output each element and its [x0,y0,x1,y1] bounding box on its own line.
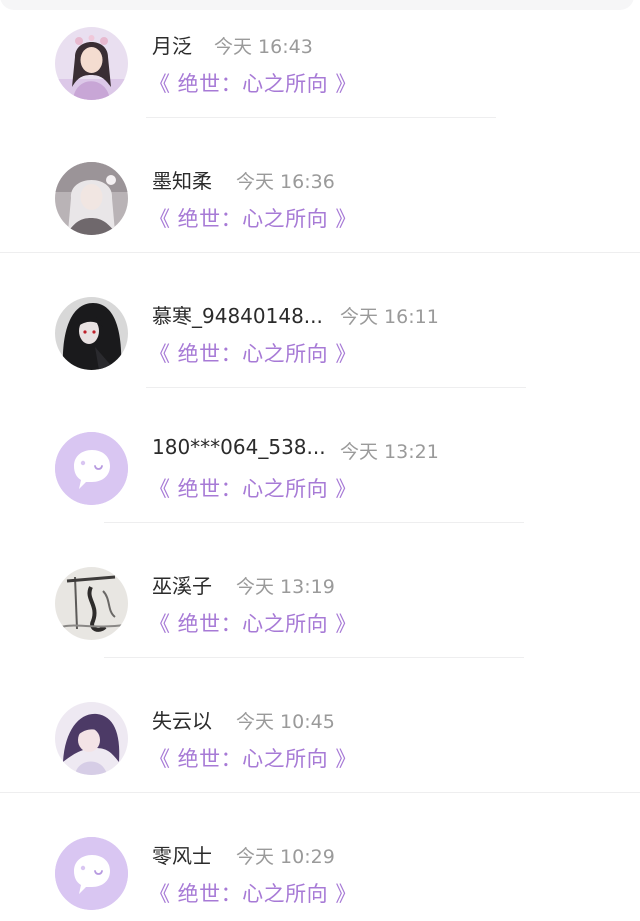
chat-bubble-icon [55,432,128,505]
list-item[interactable]: 慕寒_94840148... 今天 16:11 《 绝世：心之所向 》 [0,297,640,397]
timestamp: 今天 10:45 [236,711,335,733]
avatar[interactable] [55,432,128,505]
girl-pink-avatar-icon [55,27,128,100]
timestamp: 今天 10:29 [236,846,335,868]
avatar[interactable] [55,27,128,100]
book-title-link[interactable]: 《 绝世：心之所向 》 [149,878,357,908]
timestamp: 今天 16:11 [340,306,439,328]
book-title-link[interactable]: 《 绝世：心之所向 》 [149,473,357,503]
dark-hair-avatar-icon [55,297,128,370]
avatar[interactable] [55,162,128,235]
divider [0,252,640,253]
chat-bubble-icon [55,837,128,910]
avatar[interactable] [55,837,128,910]
top-card [0,0,634,10]
username[interactable]: 巫溪子 [152,570,212,599]
username[interactable]: 墨知柔 [152,165,212,194]
divider [146,387,526,388]
avatar[interactable] [55,297,128,370]
timestamp: 今天 13:21 [340,441,439,463]
divider [104,522,524,523]
book-title-link[interactable]: 《 绝世：心之所向 》 [149,608,357,638]
divider [146,117,496,118]
avatar[interactable] [55,567,128,640]
book-title-link[interactable]: 《 绝世：心之所向 》 [149,203,357,233]
username[interactable]: 月泛 [152,30,192,59]
book-title-link[interactable]: 《 绝世：心之所向 》 [149,743,357,773]
divider [0,792,640,793]
username[interactable]: 180***064_538... [152,435,326,459]
timestamp: 今天 13:19 [236,576,335,598]
girl-silver-avatar-icon [55,162,128,235]
username[interactable]: 慕寒_94840148... [152,300,323,329]
timestamp: 今天 16:43 [214,36,313,58]
ink-painting-avatar-icon [55,567,128,640]
book-title-link[interactable]: 《 绝世：心之所向 》 [149,338,357,368]
list-item[interactable]: 巫溪子 今天 13:19 《 绝世：心之所向 》 [0,567,640,667]
username[interactable]: 失云以 [152,705,212,734]
timestamp: 今天 16:36 [236,171,335,193]
divider [104,657,524,658]
girl-purple-avatar-icon [55,702,128,775]
list-item[interactable]: 失云以 今天 10:45 《 绝世：心之所向 》 [0,702,640,802]
list-item[interactable]: 180***064_538... 今天 13:21 《 绝世：心之所向 》 [0,432,640,532]
book-title-link[interactable]: 《 绝世：心之所向 》 [149,68,357,98]
list-item[interactable]: 月泛 今天 16:43 《 绝世：心之所向 》 [0,27,640,127]
avatar[interactable] [55,702,128,775]
list-item[interactable]: 零风士 今天 10:29 《 绝世：心之所向 》 [0,837,640,921]
list-item[interactable]: 墨知柔 今天 16:36 《 绝世：心之所向 》 [0,162,640,262]
comment-list-page: 月泛 今天 16:43 《 绝世：心之所向 》 墨知柔 今天 16:36 《 绝… [0,0,640,921]
username[interactable]: 零风士 [152,840,212,869]
